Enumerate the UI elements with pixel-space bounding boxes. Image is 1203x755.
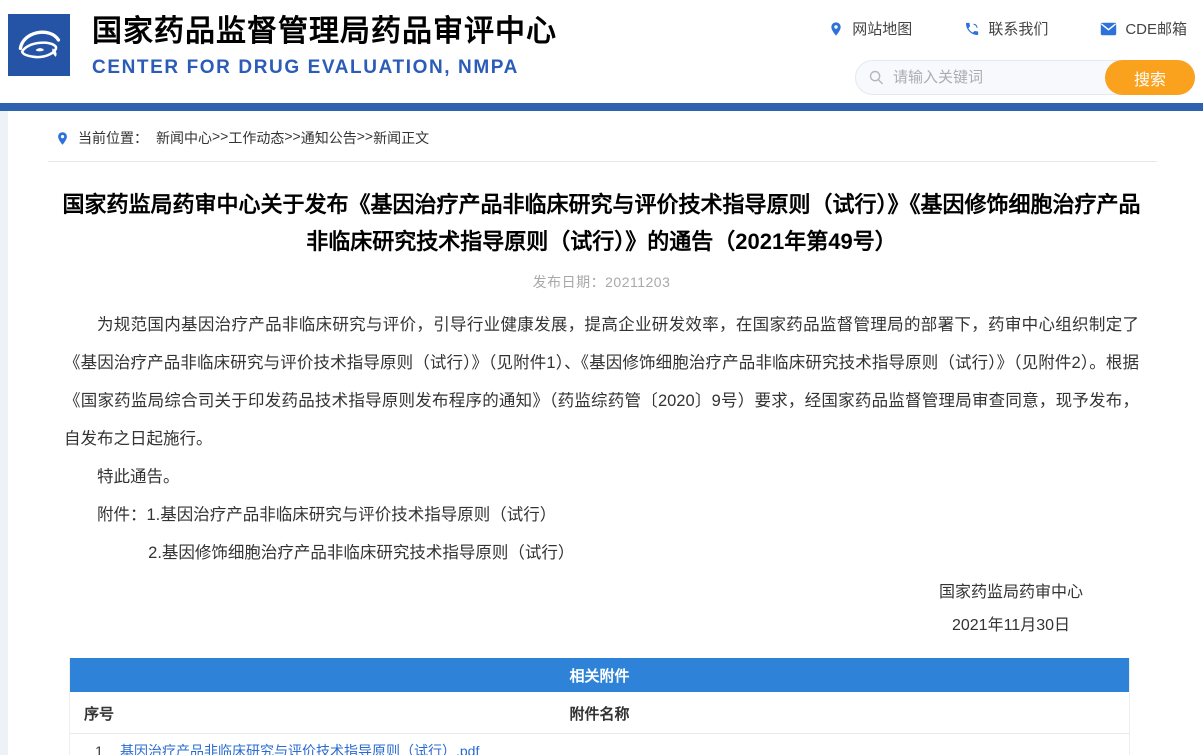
attachment-note-line-1: 附件：1.基因治疗产品非临床研究与评价技术指导原则（试行） <box>64 496 1139 534</box>
breadcrumb-prefix: 当前位置： <box>78 128 148 148</box>
header-divider-bar <box>0 103 1203 111</box>
breadcrumb-divider-line <box>48 161 1157 162</box>
sitemap-link-label: 网站地图 <box>852 18 912 39</box>
attachments-table-title: 相关附件 <box>70 658 1129 692</box>
search-bar: 搜索 <box>855 60 1195 95</box>
left-margin-strip <box>0 111 8 755</box>
article-notice-line: 特此通告。 <box>64 458 1139 496</box>
breadcrumb-item-work-trends[interactable]: 工作动态 <box>228 128 284 148</box>
breadcrumb-separator: >> <box>357 128 373 148</box>
column-header-name: 附件名称 <box>70 692 1129 734</box>
phone-icon <box>964 21 980 37</box>
article-paragraph: 为规范国内基因治疗产品非临床研究与评价，引导行业健康发展，提高企业研发效率，在国… <box>64 306 1139 458</box>
attachments-table-column-header: 序号 附件名称 <box>70 692 1129 734</box>
breadcrumb-item-article[interactable]: 新闻正文 <box>373 128 429 148</box>
location-pin-icon <box>55 131 70 146</box>
contact-link-label: 联系我们 <box>988 18 1048 39</box>
sitemap-link[interactable]: 网站地图 <box>828 18 912 39</box>
breadcrumb-item-news-center[interactable]: 新闻中心 <box>156 128 212 148</box>
attachments-table: 相关附件 序号 附件名称 1 基因治疗产品非临床研究与评价技术指导原则（试行）.… <box>69 658 1130 755</box>
article-body: 为规范国内基因治疗产品非临床研究与评价，引导行业健康发展，提高企业研发效率，在国… <box>64 306 1139 572</box>
publish-date: 发布日期：20211203 <box>0 272 1203 292</box>
search-icon <box>868 69 885 86</box>
signature-org: 国家药监局药审中心 <box>939 576 1083 609</box>
site-titles: 国家药品监督管理局药品审评中心 CENTER FOR DRUG EVALUATI… <box>92 12 557 79</box>
breadcrumb-separator: >> <box>212 128 228 148</box>
attachment-pdf-link[interactable]: 基因治疗产品非临床研究与评价技术指导原则（试行）.pdf <box>120 741 479 755</box>
cde-logo-icon <box>12 18 66 72</box>
page: 国家药品监督管理局药品审评中心 CENTER FOR DRUG EVALUATI… <box>0 0 1203 755</box>
row-index: 1 <box>82 743 116 755</box>
table-row: 1 基因治疗产品非临床研究与评价技术指导原则（试行）.pdf <box>70 734 1129 755</box>
search-input[interactable] <box>893 69 1103 86</box>
breadcrumb-separator: >> <box>284 128 300 148</box>
site-header: 国家药品监督管理局药品审评中心 CENTER FOR DRUG EVALUATI… <box>0 0 1203 103</box>
mail-icon <box>1100 22 1117 36</box>
signature-block: 国家药监局药审中心 2021年11月30日 <box>939 576 1083 642</box>
quick-links: 网站地图 联系我们 CDE邮箱 <box>828 18 1187 39</box>
mailbox-link[interactable]: CDE邮箱 <box>1100 18 1187 39</box>
breadcrumb: 当前位置： 新闻中心 >> 工作动态 >> 通知公告 >> 新闻正文 <box>0 111 1203 161</box>
mailbox-link-label: CDE邮箱 <box>1125 18 1187 39</box>
contact-link[interactable]: 联系我们 <box>964 18 1048 39</box>
signature-date: 2021年11月30日 <box>939 609 1083 642</box>
search-button[interactable]: 搜索 <box>1105 60 1195 95</box>
location-pin-icon <box>828 21 844 37</box>
attachment-note-line-2: 2.基因修饰细胞治疗产品非临床研究技术指导原则（试行） <box>64 534 1139 572</box>
breadcrumb-item-notices[interactable]: 通知公告 <box>301 128 357 148</box>
site-title-cn: 国家药品监督管理局药品审评中心 <box>92 12 557 52</box>
article-title: 国家药监局药审中心关于发布《基因治疗产品非临床研究与评价技术指导原则（试行）》《… <box>57 186 1147 260</box>
cde-logo <box>8 14 70 76</box>
site-title-en: CENTER FOR DRUG EVALUATION, NMPA <box>92 57 557 79</box>
